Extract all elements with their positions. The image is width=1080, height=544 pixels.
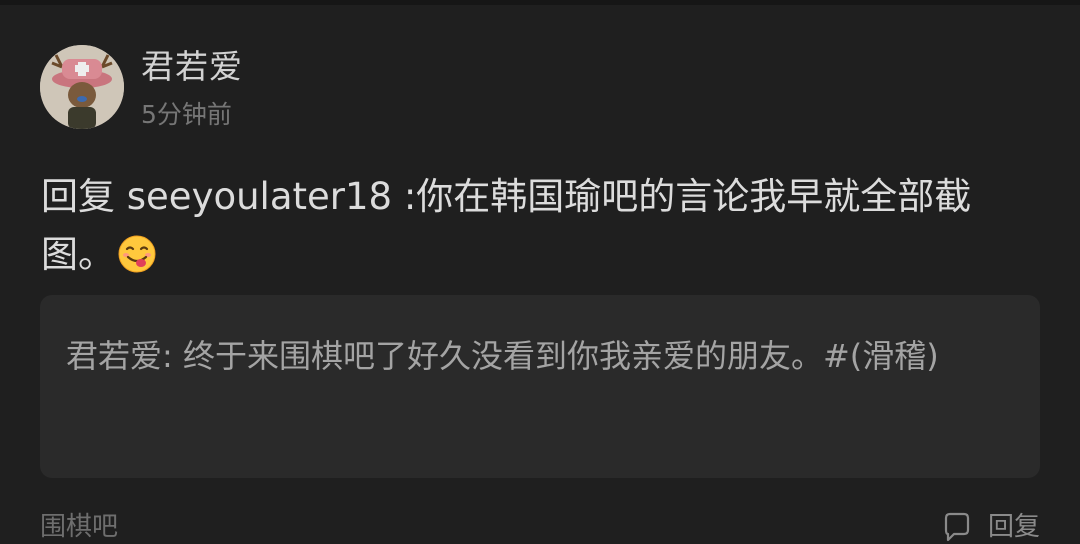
reply-button[interactable]: 回复 bbox=[940, 510, 1040, 544]
reply-button-label: 回复 bbox=[987, 512, 1040, 542]
reply-bubble-icon bbox=[940, 510, 974, 544]
chopper-avatar-image bbox=[40, 45, 124, 129]
timestamp: 5分钟前 bbox=[141, 100, 232, 129]
reply-text: 回复 seeyoulater18 :你在韩国瑜吧的言论我早就全部截图。 bbox=[41, 175, 972, 276]
reply-content: 回复 seeyoulater18 :你在韩国瑜吧的言论我早就全部截图。 bbox=[41, 168, 1041, 284]
reply-post: 君若爱 5分钟前 回复 seeyoulater18 :你在韩国瑜吧的言论我早就全… bbox=[0, 0, 1080, 542]
quoted-comment-text: 君若爱: 终于来围棋吧了好久没看到你我亲爱的朋友。#(滑稽) bbox=[66, 337, 939, 375]
username[interactable]: 君若爱 bbox=[141, 45, 243, 89]
forum-name-link[interactable]: 围棋吧 bbox=[40, 510, 118, 544]
avatar[interactable] bbox=[40, 45, 124, 129]
quoted-comment-card[interactable]: 君若爱: 终于来围棋吧了好久没看到你我亲爱的朋友。#(滑稽) bbox=[40, 295, 1040, 478]
yum-face-emoji-icon bbox=[117, 234, 157, 274]
